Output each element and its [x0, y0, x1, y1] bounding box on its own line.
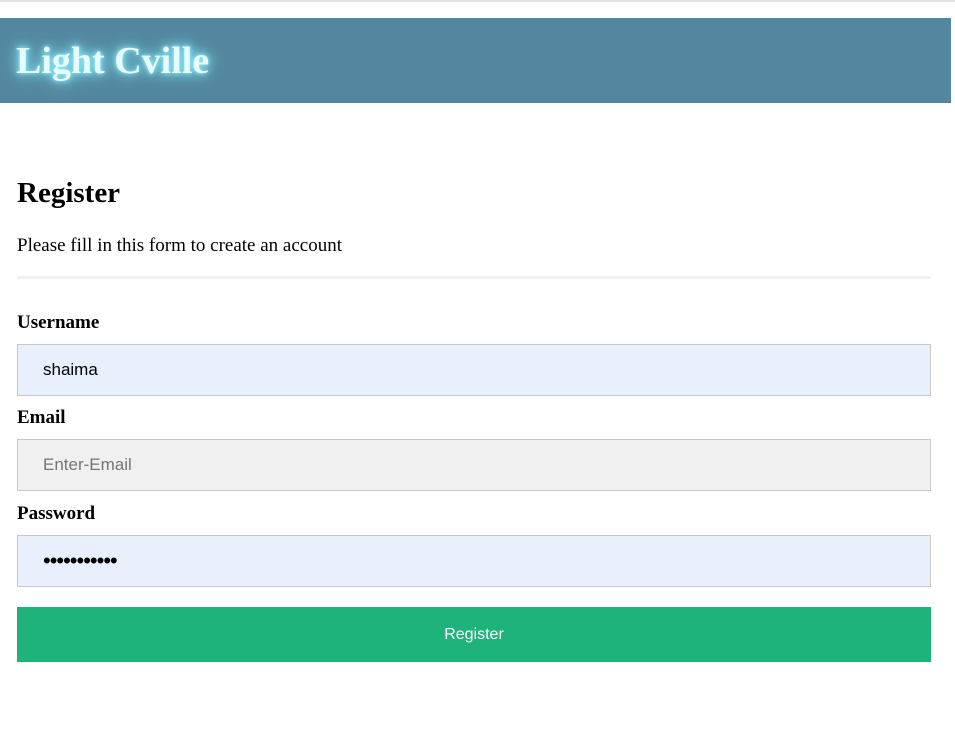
form-subtitle: Please fill in this form to create an ac… — [17, 235, 342, 256]
email-input[interactable]: Enter-Email — [17, 439, 931, 491]
form-title: Register — [17, 177, 121, 209]
register-button[interactable]: Register — [17, 607, 931, 662]
password-label: Password — [17, 503, 96, 524]
email-label: Email — [17, 407, 66, 428]
site-title: Light Cville — [16, 40, 210, 82]
username-label: Username — [17, 312, 100, 333]
username-input[interactable]: shaima — [17, 344, 931, 396]
password-input[interactable]: ••••••••••• — [17, 535, 931, 587]
browser-top-border — [0, 0, 955, 2]
form-divider — [17, 276, 931, 279]
